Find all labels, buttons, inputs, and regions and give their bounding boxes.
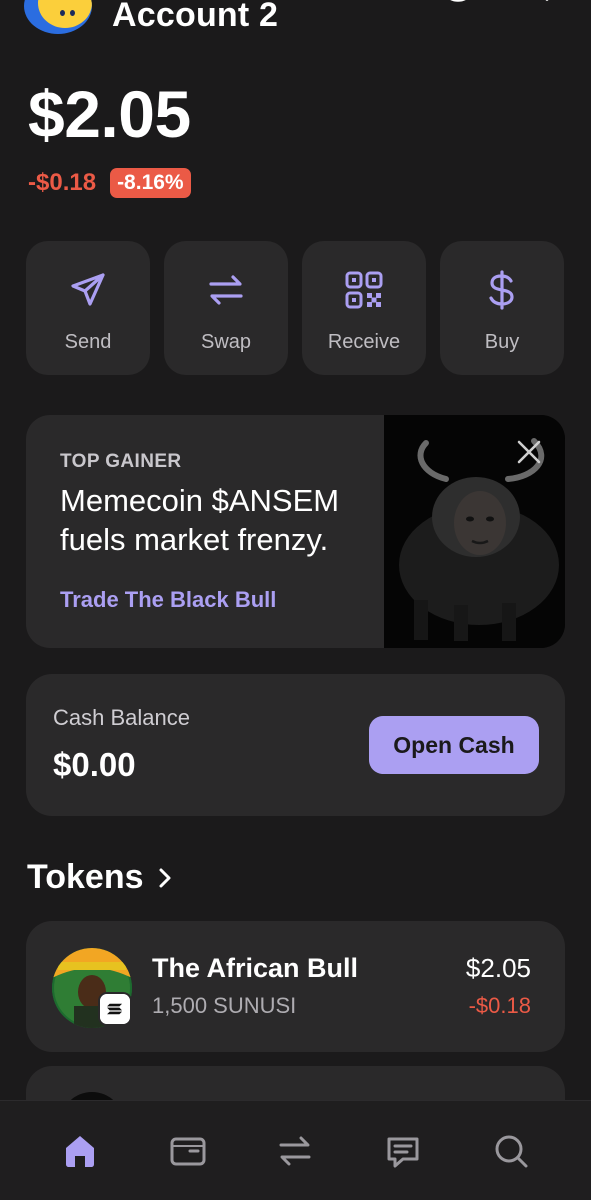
token-value: $2.05	[465, 953, 531, 983]
swap-icon	[279, 1136, 311, 1165]
cash-balance-card: Cash Balance $0.00 Open Cash	[26, 674, 565, 816]
promo-card[interactable]: TOP GAINER Memecoin $ANSEM fuels market …	[26, 415, 565, 648]
avatar-face	[38, 0, 92, 28]
nav-swap[interactable]	[265, 1121, 325, 1181]
action-buttons: Send Swap Receive Buy	[26, 241, 565, 375]
chevron-right-icon	[159, 868, 171, 887]
token-row[interactable]: The African Bull 1,500 SUNUSI $2.05 -$0.…	[26, 921, 565, 1052]
send-button[interactable]: Send	[26, 241, 150, 375]
close-icon[interactable]	[514, 437, 544, 467]
tokens-section-header[interactable]: Tokens	[27, 858, 174, 897]
send-label: Send	[64, 331, 112, 353]
promo-link[interactable]: Trade The Black Bull	[60, 587, 276, 613]
avatar-eye	[60, 10, 65, 16]
receive-button[interactable]: Receive	[302, 241, 426, 375]
balance-change-amount: -$0.18	[28, 169, 97, 196]
promo-title-line1: Memecoin $ANSEM	[60, 483, 340, 518]
nav-home[interactable]	[50, 1121, 110, 1181]
send-icon	[71, 273, 105, 306]
search-icon	[495, 1135, 528, 1167]
chat-icon	[387, 1137, 419, 1167]
promo-title-line2: fuels market frenzy.	[60, 522, 329, 557]
qr-code-icon	[345, 271, 383, 309]
tokens-title: Tokens	[27, 858, 144, 896]
total-balance: $2.05	[28, 77, 191, 151]
search-icon[interactable]	[510, 0, 554, 22]
account-title[interactable]: Account 2	[112, 0, 278, 35]
nav-search[interactable]	[481, 1121, 541, 1181]
dollar-icon	[489, 270, 514, 310]
promo-title: Memecoin $ANSEM fuels market frenzy.	[60, 481, 390, 559]
receive-label: Receive	[327, 331, 401, 353]
avatar-eye	[70, 10, 75, 16]
account-avatar[interactable]	[24, 0, 92, 34]
wallet-icon	[170, 1137, 206, 1165]
header: Account 2	[0, 0, 591, 50]
bottom-nav	[0, 1100, 591, 1200]
buy-button[interactable]: Buy	[440, 241, 564, 375]
token-amount: 1,500 SUNUSI	[152, 993, 297, 1018]
wallet-home-screen: Account 2 $2.05 -$0.18 -8.16% Send Swap	[0, 0, 591, 1200]
token-name: The African Bull	[152, 953, 359, 983]
swap-label: Swap	[200, 331, 252, 353]
buy-label: Buy	[484, 331, 520, 353]
nav-wallet[interactable]	[158, 1121, 218, 1181]
swap-button[interactable]: Swap	[164, 241, 288, 375]
swap-icon	[209, 275, 243, 305]
home-icon	[65, 1135, 94, 1167]
cash-balance-label: Cash Balance	[53, 705, 190, 730]
token-change: -$0.18	[468, 993, 531, 1018]
balance-change-row: -$0.18 -8.16%	[28, 168, 191, 198]
cash-balance-value: $0.00	[53, 746, 136, 783]
history-icon[interactable]	[436, 0, 480, 22]
nav-activity[interactable]	[373, 1121, 433, 1181]
balance-change-percent-badge: -8.16%	[110, 168, 191, 198]
promo-tag: TOP GAINER	[60, 451, 182, 472]
solana-chain-badge	[98, 992, 132, 1026]
open-cash-button[interactable]: Open Cash	[369, 716, 539, 774]
